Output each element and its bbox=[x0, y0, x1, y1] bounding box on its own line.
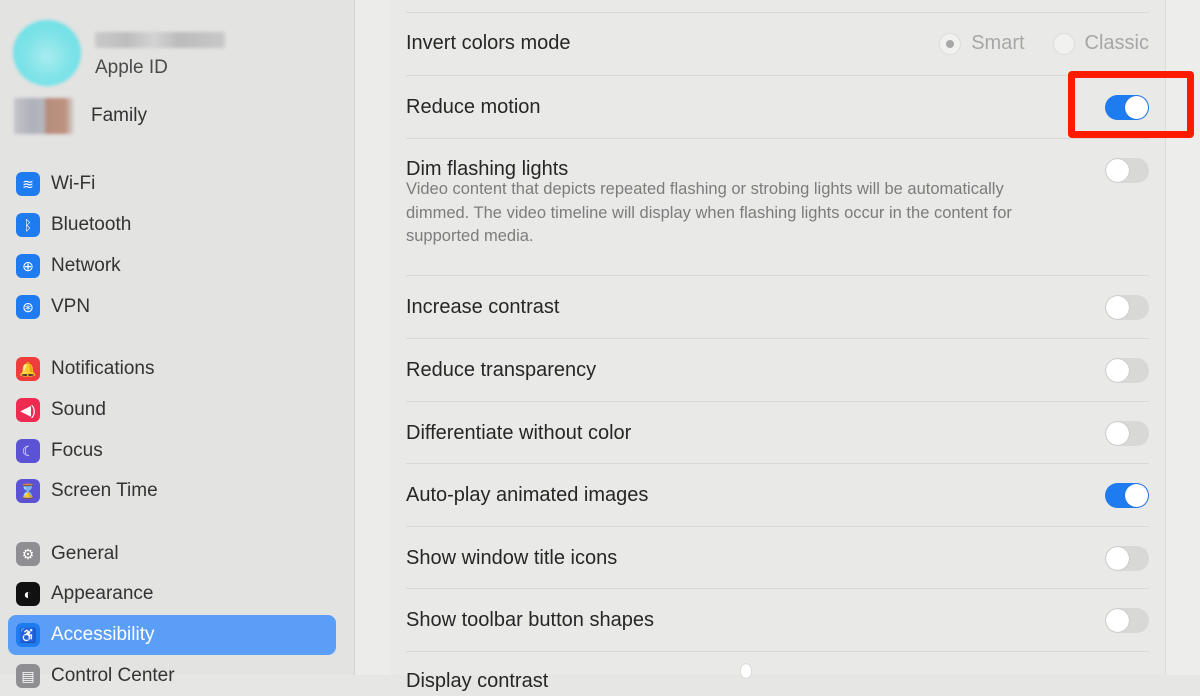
radio-classic-circle[interactable] bbox=[1052, 32, 1075, 55]
auto-play-animated-images-toggle[interactable] bbox=[1105, 483, 1149, 508]
sidebar-item-appearance[interactable]: ◐ Appearance bbox=[8, 574, 336, 614]
sidebar-item-label: Focus bbox=[51, 440, 103, 461]
toggle-knob bbox=[1106, 359, 1129, 382]
sidebar-item-screen-time[interactable]: ⌛ Screen Time bbox=[8, 471, 336, 511]
auto-play-animated-images-row: Auto-play animated images bbox=[406, 463, 1149, 526]
hourglass-icon: ⌛ bbox=[16, 479, 40, 503]
reduce-transparency-row: Reduce transparency bbox=[406, 338, 1149, 401]
toggle-knob bbox=[1106, 547, 1129, 570]
sidebar-item-wi-fi[interactable]: ≋ Wi-Fi bbox=[8, 164, 336, 204]
speaker-icon: ◀) bbox=[16, 398, 40, 422]
sidebar-item-focus[interactable]: ☾ Focus bbox=[8, 431, 336, 471]
sidebar-item-label: Wi-Fi bbox=[51, 173, 96, 194]
auto-play-animated-images-label: Auto-play animated images bbox=[406, 484, 649, 506]
differentiate-without-color-toggle[interactable] bbox=[1105, 421, 1149, 446]
family-avatars bbox=[14, 98, 74, 134]
toggle-knob bbox=[1106, 159, 1129, 182]
sidebar-item-network[interactable]: ⊕ Network bbox=[8, 246, 336, 286]
toggle-knob bbox=[1106, 296, 1129, 319]
show-window-title-icons-label: Show window title icons bbox=[406, 547, 618, 569]
show-window-title-icons-row: Show window title icons bbox=[406, 526, 1149, 589]
sidebar-item-label: General bbox=[51, 543, 119, 564]
show-toolbar-button-shapes-row: Show toolbar button shapes bbox=[406, 588, 1149, 651]
sidebar-item-control-center[interactable]: ▤ Control Center bbox=[8, 656, 336, 696]
redacted-account-name bbox=[95, 32, 225, 48]
sidebar: Apple ID Family ≋ Wi-Fi ᛒ Bluetooth ⊕ Network… bbox=[0, 0, 355, 688]
increase-contrast-toggle[interactable] bbox=[1105, 295, 1149, 320]
sidebar-item-label: Screen Time bbox=[51, 480, 158, 501]
family-label: Family bbox=[91, 105, 147, 126]
sidebar-item-bluetooth[interactable]: ᛒ Bluetooth bbox=[8, 205, 336, 245]
dim-flashing-lights-description: Video content that depicts repeated flas… bbox=[406, 180, 1012, 245]
sidebar-item-label: Network bbox=[51, 255, 121, 276]
bell-icon: 🔔 bbox=[16, 357, 40, 381]
reduce-motion-label: Reduce motion bbox=[406, 96, 541, 118]
invert-colors-label: Invert colors mode bbox=[406, 32, 571, 54]
dim-flashing-lights-toggle[interactable] bbox=[1105, 158, 1149, 183]
apple-id-label: Apple ID bbox=[95, 57, 168, 78]
dim-flashing-lights-row: Dim flashing lights Video content that de… bbox=[406, 138, 1149, 276]
sidebar-item-accessibility[interactable]: ♿ Accessibility bbox=[8, 615, 336, 655]
show-toolbar-button-shapes-toggle[interactable] bbox=[1105, 608, 1149, 633]
control-center-icon: ▤ bbox=[16, 664, 40, 688]
accessibility-icon: ♿ bbox=[16, 623, 40, 647]
toggle-knob bbox=[1106, 422, 1129, 445]
content-left-margin bbox=[355, 0, 391, 675]
sidebar-item-notifications[interactable]: 🔔 Notifications bbox=[8, 349, 336, 389]
reduce-transparency-label: Reduce transparency bbox=[406, 359, 597, 381]
radio-smart[interactable]: Smart bbox=[939, 32, 1025, 55]
appearance-icon: ◐ bbox=[16, 582, 40, 606]
show-toolbar-button-shapes-label: Show toolbar button shapes bbox=[406, 609, 654, 631]
invert-colors-row: Invert colors mode Smart Classic bbox=[406, 12, 1149, 74]
network-globe-icon: ⊕ bbox=[16, 254, 40, 278]
reduce-transparency-toggle[interactable] bbox=[1105, 358, 1149, 383]
bluetooth-icon: ᛒ bbox=[16, 213, 40, 237]
family-item[interactable]: Family bbox=[14, 98, 147, 134]
radio-smart-label: Smart bbox=[971, 32, 1025, 54]
increase-contrast-label: Increase contrast bbox=[406, 296, 560, 318]
annotation-highlight-box bbox=[1068, 71, 1194, 138]
increase-contrast-row: Increase contrast bbox=[406, 275, 1149, 338]
differentiate-without-color-label: Differentiate without color bbox=[406, 422, 632, 444]
moon-icon: ☾ bbox=[16, 439, 40, 463]
toggle-knob bbox=[1125, 484, 1148, 507]
radio-smart-circle[interactable] bbox=[939, 32, 962, 55]
wifi-icon: ≋ bbox=[16, 172, 40, 196]
display-contrast-row: Display contrast bbox=[406, 651, 1149, 692]
apple-id-account[interactable]: Apple ID bbox=[13, 20, 225, 86]
sidebar-item-sound[interactable]: ◀) Sound bbox=[8, 390, 336, 430]
toggle-knob bbox=[1106, 609, 1129, 632]
display-contrast-slider-thumb[interactable] bbox=[741, 664, 751, 678]
sidebar-item-vpn[interactable]: ⊛ VPN bbox=[8, 287, 336, 327]
sidebar-item-label: Control Center bbox=[51, 665, 175, 686]
differentiate-without-color-row: Differentiate without color bbox=[406, 401, 1149, 464]
invert-colors-mode-radio-group: Smart Classic bbox=[911, 32, 1149, 55]
sidebar-item-label: Sound bbox=[51, 399, 106, 420]
show-window-title-icons-toggle[interactable] bbox=[1105, 546, 1149, 571]
gear-icon: ⚙ bbox=[16, 542, 40, 566]
avatar bbox=[13, 20, 81, 86]
sidebar-item-label: Appearance bbox=[51, 583, 154, 604]
sidebar-item-label: VPN bbox=[51, 296, 91, 317]
sidebar-item-label: Notifications bbox=[51, 358, 155, 379]
radio-classic[interactable]: Classic bbox=[1052, 32, 1149, 55]
reduce-motion-row: Reduce motion bbox=[406, 75, 1149, 138]
radio-classic-label: Classic bbox=[1084, 32, 1149, 54]
display-contrast-label: Display contrast bbox=[406, 670, 549, 692]
accessibility-display-panel: Invert colors mode Smart Classic Reduce … bbox=[390, 0, 1165, 692]
vpn-globe-icon: ⊛ bbox=[16, 295, 40, 319]
sidebar-item-label: Accessibility bbox=[51, 624, 155, 645]
sidebar-item-general[interactable]: ⚙ General bbox=[8, 534, 336, 574]
sidebar-item-label: Bluetooth bbox=[51, 214, 132, 235]
